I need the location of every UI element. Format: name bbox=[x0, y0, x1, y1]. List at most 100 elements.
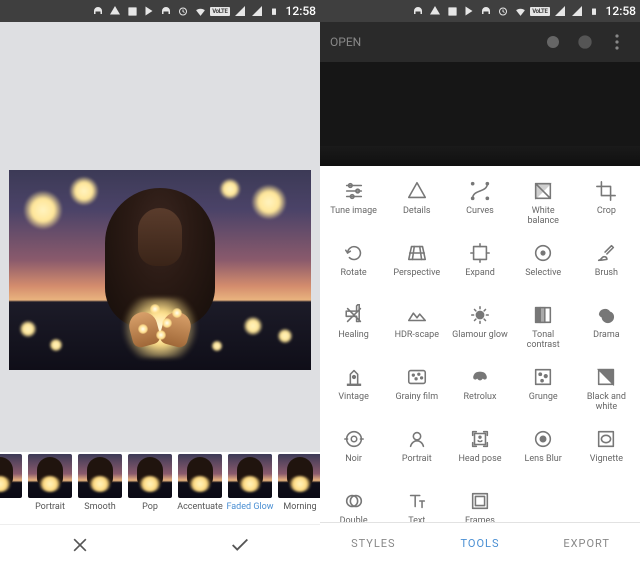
filter-morning[interactable]: Morning bbox=[276, 454, 320, 512]
tool-grainy-film[interactable]: Grainy film bbox=[385, 366, 448, 426]
tool-text[interactable]: Text bbox=[385, 490, 448, 522]
tool-label: Black and white bbox=[578, 393, 634, 413]
tool-label: Glamour glow bbox=[452, 331, 508, 341]
open-button[interactable]: OPEN bbox=[330, 35, 361, 49]
palette-icon[interactable] bbox=[540, 29, 566, 55]
healing-icon bbox=[343, 304, 365, 326]
tool-vintage[interactable]: Vintage bbox=[322, 366, 385, 426]
filter-label: Pop bbox=[142, 502, 158, 512]
filter-smooth[interactable]: Smooth bbox=[76, 454, 124, 512]
rotate-icon bbox=[343, 242, 365, 264]
tool-grunge[interactable]: Grunge bbox=[512, 366, 575, 426]
sliders-icon bbox=[343, 180, 365, 202]
text-icon bbox=[406, 490, 428, 512]
alarm-icon bbox=[496, 4, 510, 18]
noir-icon bbox=[343, 428, 365, 450]
cancel-button[interactable] bbox=[0, 525, 160, 564]
headphones2-icon bbox=[159, 4, 173, 18]
tool-label: Brush bbox=[595, 269, 618, 279]
tool-healing[interactable]: Healing bbox=[322, 304, 385, 364]
expand-icon bbox=[469, 242, 491, 264]
tool-label: Grainy film bbox=[395, 393, 438, 403]
tools-grid: Tune image Details CurvesWhite balance Crop… bbox=[320, 166, 640, 522]
vignette-icon bbox=[595, 428, 617, 450]
status-time: 12:58 bbox=[604, 4, 636, 18]
photo-preview bbox=[9, 170, 311, 370]
tool-lens-blur[interactable]: Lens Blur bbox=[512, 428, 575, 488]
tool-tonal-contrast[interactable]: Tonal contrast bbox=[512, 304, 575, 364]
info-icon[interactable] bbox=[572, 29, 598, 55]
looks-filter-strip[interactable]: Portrait Smooth Pop AccentuateFaded Glow Mor… bbox=[0, 452, 320, 524]
tool-label: Grunge bbox=[529, 393, 558, 403]
tool-drama[interactable]: Drama bbox=[575, 304, 638, 364]
tool-selective[interactable]: Selective bbox=[512, 242, 575, 302]
filter-label: Morning bbox=[283, 502, 316, 512]
tool-black-and-white[interactable]: Black and white bbox=[575, 366, 638, 426]
curves-icon bbox=[469, 180, 491, 202]
tool-portrait[interactable]: Portrait bbox=[385, 428, 448, 488]
tool-details[interactable]: Details bbox=[385, 180, 448, 240]
tool-label: Details bbox=[403, 207, 431, 217]
filter-label: Faded Glow bbox=[226, 502, 273, 512]
headphones-icon bbox=[411, 4, 425, 18]
headphones-icon bbox=[91, 4, 105, 18]
nav-tools[interactable]: TOOLS bbox=[427, 523, 534, 564]
battery-icon bbox=[267, 4, 281, 18]
tool-perspective[interactable]: Perspective bbox=[385, 242, 448, 302]
tool-label: Retrolux bbox=[464, 393, 497, 403]
tool-label: Perspective bbox=[393, 269, 440, 279]
play-icon bbox=[142, 4, 156, 18]
headphones2-icon bbox=[479, 4, 493, 18]
filter-portrait[interactable]: Portrait bbox=[26, 454, 74, 512]
filter-label: Smooth bbox=[84, 502, 115, 512]
tool-label: Expand bbox=[465, 269, 495, 279]
filter-label: Accentuate bbox=[177, 502, 223, 512]
volte-badge: VoLTE bbox=[210, 7, 229, 16]
dimmed-photo-area bbox=[320, 62, 640, 166]
tonal-icon bbox=[532, 304, 554, 326]
tool-label: Drama bbox=[593, 331, 619, 341]
wifi-icon bbox=[193, 4, 207, 18]
filter-pop[interactable]: Pop bbox=[126, 454, 174, 512]
drama-icon bbox=[595, 304, 617, 326]
lens-icon bbox=[532, 428, 554, 450]
filter-partial[interactable] bbox=[0, 454, 24, 502]
grunge-icon bbox=[532, 366, 554, 388]
signal1-icon bbox=[553, 4, 567, 18]
apply-button[interactable] bbox=[160, 525, 320, 564]
double-icon bbox=[343, 490, 365, 512]
tool-tune-image[interactable]: Tune image bbox=[322, 180, 385, 240]
nav-export[interactable]: EXPORT bbox=[533, 523, 640, 564]
tool-curves[interactable]: Curves bbox=[448, 180, 511, 240]
details-icon bbox=[406, 180, 428, 202]
tool-white-balance[interactable]: White balance bbox=[512, 180, 575, 240]
bw-icon bbox=[595, 366, 617, 388]
retro-icon bbox=[469, 366, 491, 388]
status-time: 12:58 bbox=[284, 4, 316, 18]
more-icon[interactable] bbox=[604, 29, 630, 55]
tool-rotate[interactable]: Rotate bbox=[322, 242, 385, 302]
brush-icon bbox=[595, 242, 617, 264]
tool-brush[interactable]: Brush bbox=[575, 242, 638, 302]
tool-retrolux[interactable]: Retrolux bbox=[448, 366, 511, 426]
nav-styles[interactable]: STYLES bbox=[320, 523, 427, 564]
crop-icon bbox=[595, 180, 617, 202]
tool-hdr-scape[interactable]: HDR-scape bbox=[385, 304, 448, 364]
filter-faded-glow[interactable]: Faded Glow bbox=[226, 454, 274, 512]
hdr-icon bbox=[406, 304, 428, 326]
vintage-icon bbox=[343, 366, 365, 388]
tool-label: Crop bbox=[597, 207, 616, 217]
image-icon bbox=[445, 4, 459, 18]
tool-expand[interactable]: Expand bbox=[448, 242, 511, 302]
editor-canvas[interactable] bbox=[0, 22, 320, 452]
tool-label: HDR-scape bbox=[395, 331, 439, 341]
filter-accentuate[interactable]: Accentuate bbox=[176, 454, 224, 512]
tool-noir[interactable]: Noir bbox=[322, 428, 385, 488]
grain-icon bbox=[406, 366, 428, 388]
tool-glamour-glow[interactable]: Glamour glow bbox=[448, 304, 511, 364]
tool-vignette[interactable]: Vignette bbox=[575, 428, 638, 488]
tool-head-pose[interactable]: Head pose bbox=[448, 428, 511, 488]
tool-double-exposure[interactable]: Double Exposure bbox=[322, 490, 385, 522]
tool-frames[interactable]: Frames bbox=[448, 490, 511, 522]
tool-crop[interactable]: Crop bbox=[575, 180, 638, 240]
